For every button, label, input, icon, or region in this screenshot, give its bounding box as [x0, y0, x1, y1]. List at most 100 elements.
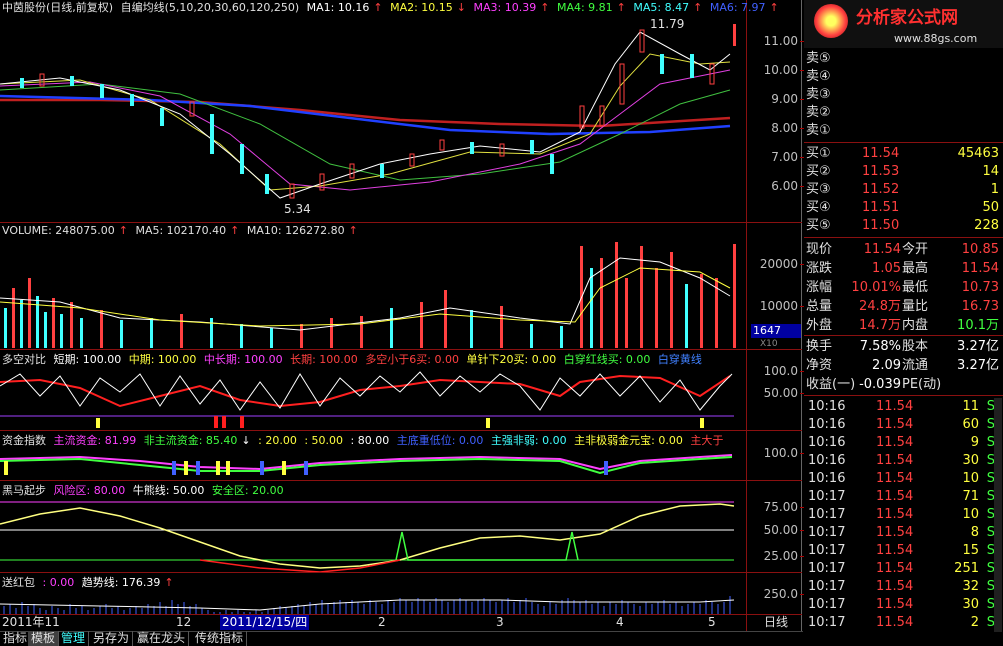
tick-row[interactable]: 10:17 11.54 2 S [804, 614, 1001, 632]
buy-row[interactable]: 买① 11.54 45463 [804, 145, 1001, 163]
indicator-name[interactable]: 自编均线(5,10,20,30,60,120,250) [121, 1, 300, 14]
quote-value: 24.8万 [859, 299, 901, 314]
tick-price: 11.54 [876, 507, 914, 522]
buy-row[interactable]: 买⑤ 11.50 228 [804, 217, 1001, 235]
sell-row[interactable]: 卖④ [804, 68, 1001, 86]
high-price-label: 11.79 [650, 17, 685, 31]
heima-bull: 牛熊线: 50.00 [132, 484, 205, 497]
shb-bars [3, 596, 731, 614]
tick-row[interactable]: 10:16 11.54 60 S [804, 416, 1001, 434]
tick-volume: 10 [962, 471, 979, 486]
tick-volume: 30 [962, 597, 979, 612]
tick-row[interactable]: 10:17 11.54 32 S [804, 578, 1001, 596]
pane-border-main [0, 222, 802, 223]
tick-time: 10:17 [808, 561, 846, 576]
zijin-weak: 主非极弱金元宝: 0.00 [574, 434, 683, 447]
duokong-midlong: 中长期: 100.00 [203, 353, 283, 366]
tick-volume: 71 [962, 489, 979, 504]
tick-row[interactable]: 10:17 11.54 10 S [804, 506, 1001, 524]
tick-row[interactable]: 10:17 11.54 8 S [804, 524, 1001, 542]
sell-row[interactable]: 卖② [804, 104, 1001, 122]
tick-row[interactable]: 10:16 11.54 9 S [804, 434, 1001, 452]
shb-v1: : 0.00 [42, 576, 75, 589]
quote-value-2: 10.73 [961, 280, 999, 295]
tab-traditional[interactable]: 传统指标 [192, 631, 248, 646]
tick-time: 10:17 [808, 489, 846, 504]
sell-row[interactable]: 卖① [804, 122, 1001, 140]
tick-row[interactable]: 10:16 11.54 11 S [804, 398, 1001, 416]
tab-dragon[interactable]: 赢在龙头 [134, 631, 190, 646]
heima-line [0, 503, 735, 569]
tick-row[interactable]: 10:17 11.54 15 S [804, 542, 1001, 560]
duokong-title[interactable]: 多空对比 [2, 353, 46, 366]
dk-ytick-100: 100.0 [746, 364, 804, 378]
ytick-9: 9.00 [746, 92, 804, 106]
buy-label: 买① [806, 146, 831, 161]
ob-divider [804, 142, 1003, 143]
buy-volume: 228 [974, 218, 999, 233]
duokong-lt6: 多空小于6买: 0.00 [365, 353, 460, 366]
volume-value: VOLUME: 248075.00 [2, 224, 115, 237]
ma3-value: MA3: 10.39 [473, 1, 537, 14]
zijin-title[interactable]: 资金指数 [2, 434, 46, 447]
buy-label: 买③ [806, 182, 831, 197]
tick-row[interactable]: 10:16 11.54 30 S [804, 452, 1001, 470]
vol-ytick-20000: 20000 [746, 257, 804, 271]
tick-price: 11.54 [876, 525, 914, 540]
quote-value-2: 10.85 [961, 242, 999, 257]
tick-row[interactable]: 10:16 11.54 10 S [804, 470, 1001, 488]
stats-key-2: PE(动) [902, 377, 942, 392]
buy-row[interactable]: 买② 11.53 14 [804, 163, 1001, 181]
tick-time: 10:16 [808, 471, 846, 486]
tab-save-as[interactable]: 另存为 [90, 631, 134, 646]
tab-manage[interactable]: 管理 [58, 631, 90, 646]
heima-risk: 风险区: 80.00 [53, 484, 126, 497]
sell-row[interactable]: 卖⑤ [804, 50, 1001, 68]
period-label[interactable]: 日线 [764, 616, 788, 629]
cursor-date: 2011/12/15/四 [220, 615, 310, 630]
quote-value-2: 10.1万 [957, 318, 999, 333]
tick-scrollbar[interactable] [994, 398, 1002, 632]
xaxis-label-3: 3 [496, 615, 504, 629]
chart-area[interactable]: 中茵股份(日线,前复权) 自编均线(5,10,20,30,60,120,250)… [0, 0, 804, 646]
stats-key-2: 流通 [902, 358, 929, 373]
sell-label: 卖① [806, 123, 831, 138]
tick-price: 11.54 [876, 435, 914, 450]
pane-border-heima [0, 572, 802, 573]
tick-row[interactable]: 10:17 11.54 30 S [804, 596, 1001, 614]
main-chart-header: 中茵股份(日线,前复权) 自编均线(5,10,20,30,60,120,250)… [2, 1, 779, 14]
hm-ytick-50: 50.00 [746, 523, 804, 537]
zijin-chart[interactable] [0, 447, 746, 480]
buy-row[interactable]: 买④ 11.51 50 [804, 199, 1001, 217]
tick-time: 10:16 [808, 399, 846, 414]
volume-bars [4, 242, 736, 348]
quote-key-2: 最高 [902, 261, 929, 276]
sell-label: 卖② [806, 105, 831, 120]
low-price-label: 5.34 [284, 202, 311, 216]
stats-key: 收益(一) [806, 377, 856, 392]
tick-time: 10:16 [808, 453, 846, 468]
buy-volume: 50 [982, 200, 999, 215]
tick-volume: 9 [970, 435, 979, 450]
buy-volume: 45463 [957, 146, 999, 161]
tick-row[interactable]: 10:17 11.54 251 S [804, 560, 1001, 578]
shb-chart[interactable] [0, 590, 746, 614]
shb-title[interactable]: 送红包 [2, 576, 35, 589]
volume-chart[interactable] [0, 238, 746, 348]
buy-row[interactable]: 买③ 11.52 1 [804, 181, 1001, 199]
sell-row[interactable]: 卖③ [804, 86, 1001, 104]
candlestick-chart[interactable] [0, 14, 746, 222]
tick-row[interactable]: 10:17 11.54 71 S [804, 488, 1001, 506]
hm-ytick-75: 75.00 [746, 500, 804, 514]
heima-chart[interactable] [0, 498, 746, 572]
quote-value: 10.01% [851, 280, 901, 295]
quote-row: 涨幅 10.01% 最低 10.73 [804, 279, 1001, 297]
quote-row: 涨跌 1.05 最高 11.54 [804, 260, 1001, 278]
sell-label: 卖④ [806, 69, 831, 84]
heima-title[interactable]: 黑马起步 [2, 484, 46, 497]
ytick-7: 7.00 [746, 150, 804, 164]
duokong-chart[interactable] [0, 366, 746, 430]
tab-indicator[interactable]: 指标 [0, 631, 32, 646]
quote-key: 涨跌 [806, 261, 833, 276]
tab-template[interactable]: 模板 [28, 631, 60, 646]
